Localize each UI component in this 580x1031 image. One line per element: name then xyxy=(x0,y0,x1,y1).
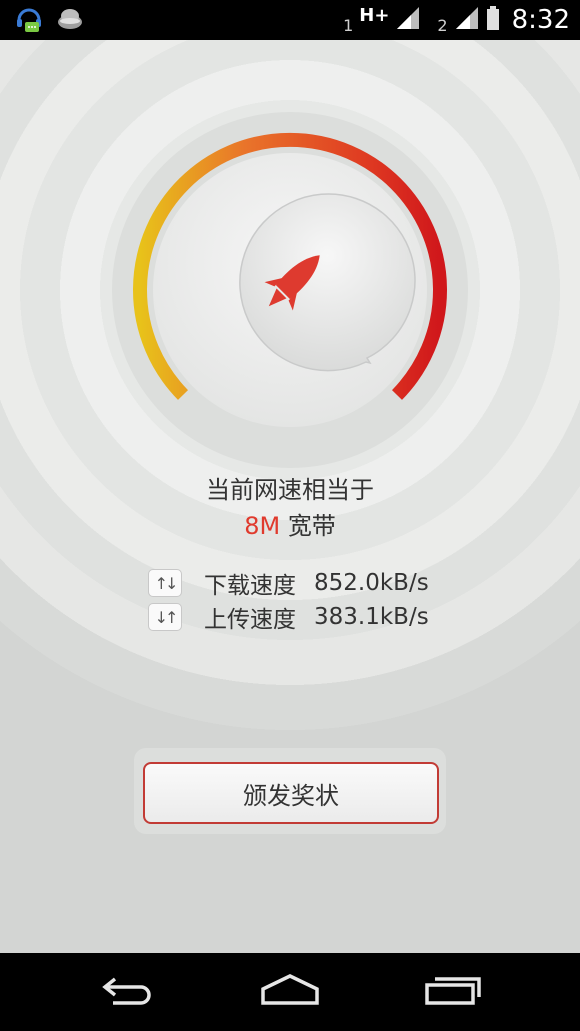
recents-button[interactable] xyxy=(408,967,498,1017)
download-value: 852.0kB/s xyxy=(314,570,429,596)
home-icon xyxy=(259,973,321,1011)
status-bar: 1 H+ 2 8:32 xyxy=(0,0,580,40)
back-icon xyxy=(101,973,157,1011)
speed-equivalent: 8M xyxy=(244,512,281,540)
award-button[interactable]: 颁发奖状 xyxy=(143,762,439,824)
speed-unit: 宽带 xyxy=(287,512,336,540)
upload-value: 383.1kB/s xyxy=(314,604,429,630)
signal-icon xyxy=(395,5,421,35)
home-button[interactable] xyxy=(245,967,335,1017)
download-arrows-icon: ↑↓ xyxy=(148,569,182,597)
sim2-label: 2 xyxy=(437,15,448,35)
cloud-notification-icon xyxy=(56,6,84,38)
upload-speed-row: ↓↑ 上传速度 383.1kB/s xyxy=(148,602,429,633)
navigation-bar xyxy=(0,953,580,1031)
signal-icon xyxy=(454,5,480,35)
sim1-label: 1 xyxy=(343,15,354,35)
back-button[interactable] xyxy=(84,967,174,1017)
speed-result-value: 8M 宽带 xyxy=(0,506,580,541)
download-speed-row: ↑↓ 下载速度 852.0kB/s xyxy=(148,568,429,599)
speed-gauge xyxy=(112,112,468,468)
upload-label: 上传速度 xyxy=(204,607,296,633)
clock: 8:32 xyxy=(511,5,570,35)
battery-icon xyxy=(486,5,500,35)
download-label: 下载速度 xyxy=(204,573,296,599)
recents-icon xyxy=(423,973,483,1011)
upload-arrows-icon: ↓↑ xyxy=(148,603,182,631)
speedtest-screen: 当前网速相当于 8M 宽带 ↑↓ 下载速度 852.0kB/s ↓↑ 上传速度 … xyxy=(0,40,580,953)
network-type-label: H+ xyxy=(359,4,390,26)
headset-chat-notification-icon xyxy=(16,6,42,38)
speed-result-text: 当前网速相当于 xyxy=(206,476,374,504)
